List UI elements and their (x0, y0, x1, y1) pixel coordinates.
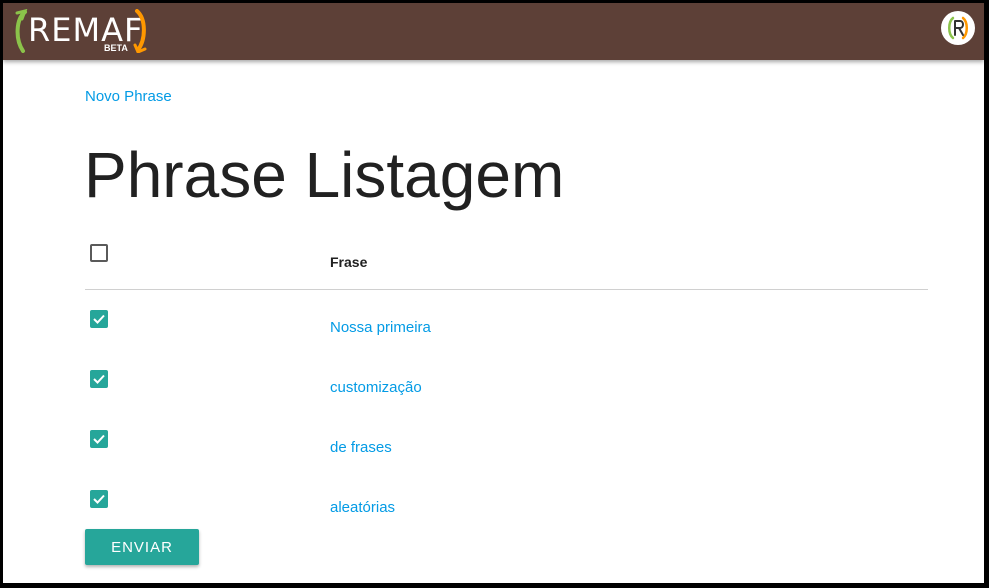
remaf-avatar-icon (948, 16, 968, 40)
table-row: de frases (85, 410, 928, 470)
select-all-checkbox[interactable] (90, 244, 108, 262)
logo-left-bracket-icon (15, 9, 28, 53)
remaf-logo[interactable]: REMAF BETA (13, 7, 153, 57)
row-checkbox[interactable] (90, 490, 108, 508)
phrase-link[interactable]: de frases (330, 439, 392, 456)
top-navbar: REMAF BETA (3, 3, 984, 60)
user-avatar[interactable] (941, 11, 975, 45)
check-icon (93, 494, 105, 504)
logo-right-bracket-icon (133, 9, 147, 53)
row-checkbox[interactable] (90, 370, 108, 388)
check-icon (93, 314, 105, 324)
phrase-link[interactable]: aleatórias (330, 499, 395, 516)
check-icon (93, 374, 105, 384)
column-header-frase: Frase (330, 254, 368, 270)
row-checkbox[interactable] (90, 430, 108, 448)
table-row: aleatórias (85, 470, 928, 530)
app-window: REMAF BETA Novo Phrase Phrase Listagem F… (3, 3, 984, 583)
check-icon (93, 434, 105, 444)
beta-badge: BETA (104, 43, 128, 53)
row-checkbox[interactable] (90, 310, 108, 328)
table-row: customização (85, 350, 928, 410)
table-header: Frase (85, 235, 928, 290)
new-phrase-link[interactable]: Novo Phrase (85, 88, 172, 105)
phrase-link[interactable]: customização (330, 379, 422, 396)
phrase-table: Frase Nossa primeira customização de fra… (85, 235, 928, 530)
table-row: Nossa primeira (85, 290, 928, 350)
submit-button[interactable]: ENVIAR (85, 529, 199, 565)
page-title: Phrase Listagem (84, 139, 565, 211)
phrase-link[interactable]: Nossa primeira (330, 319, 431, 336)
